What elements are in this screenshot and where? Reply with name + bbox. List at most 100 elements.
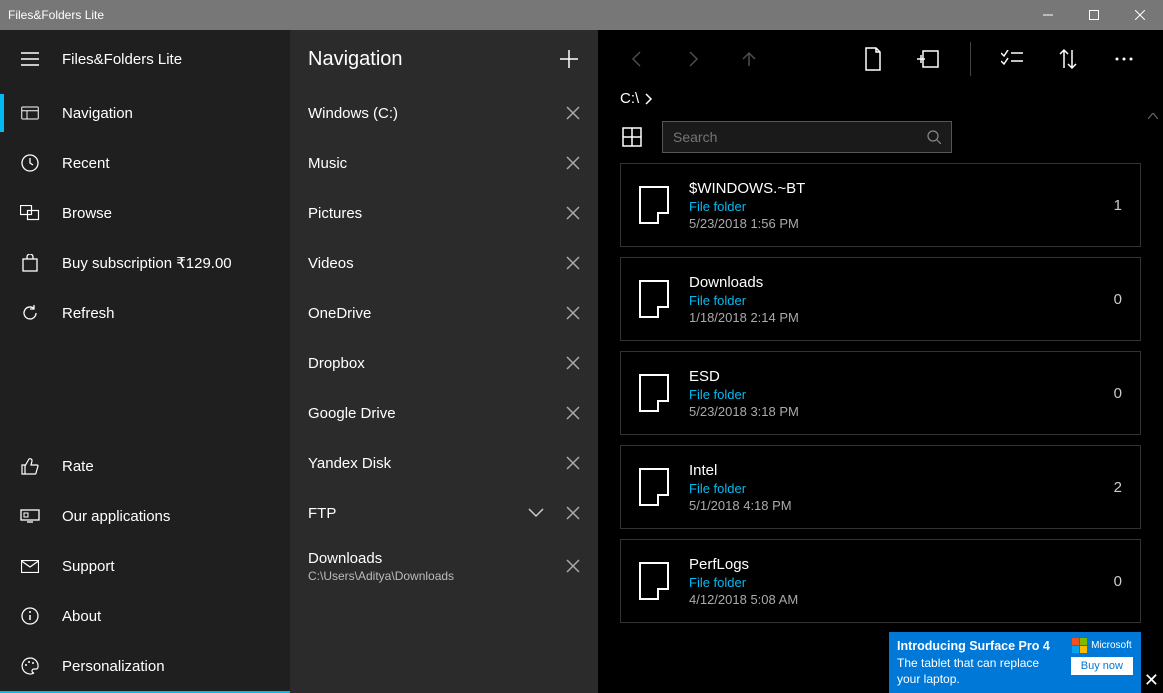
- sidebar-item-apps[interactable]: Our applications: [0, 491, 290, 541]
- sidebar-item-thumb[interactable]: Rate: [0, 441, 290, 491]
- sidebar-item-browse[interactable]: Browse: [0, 188, 290, 238]
- select-button[interactable]: [991, 38, 1033, 80]
- file-type: File folder: [689, 575, 1094, 590]
- scroll-up-icon[interactable]: [1147, 110, 1159, 122]
- nav-item-label: Music: [308, 155, 347, 172]
- remove-nav-item-button[interactable]: [566, 456, 580, 470]
- advertisement[interactable]: Introducing Surface Pro 4 The tablet tha…: [889, 632, 1141, 693]
- file-name: $WINDOWS.~BT: [689, 180, 1094, 197]
- sidebar-item-label: Buy subscription ₹129.00: [62, 254, 232, 272]
- remove-nav-item-button[interactable]: [566, 206, 580, 220]
- nav-item[interactable]: Downloads C:\Users\Aditya\Downloads: [290, 538, 598, 594]
- nav-item-subtitle: C:\Users\Aditya\Downloads: [308, 569, 454, 583]
- more-button[interactable]: [1103, 38, 1145, 80]
- nav-item-label: Dropbox: [308, 355, 365, 372]
- file-item[interactable]: DownloadsFile folder1/18/2018 2:14 PM0: [620, 257, 1141, 341]
- file-name: Downloads: [689, 274, 1094, 291]
- sidebar-item-palette[interactable]: Personalization: [0, 641, 290, 691]
- clock-icon: [18, 154, 42, 172]
- ad-close-button[interactable]: ✕: [1144, 670, 1159, 691]
- nav-item-label: Google Drive: [308, 405, 396, 422]
- browse-icon: [18, 205, 42, 221]
- folder-icon: [639, 562, 669, 600]
- nav-item[interactable]: Windows (C:): [290, 88, 598, 138]
- sort-button[interactable]: [1047, 38, 1089, 80]
- view-mode-button[interactable]: [620, 125, 644, 149]
- app-title: Files&Folders Lite: [62, 51, 182, 68]
- file-item[interactable]: $WINDOWS.~BTFile folder5/23/2018 1:56 PM…: [620, 163, 1141, 247]
- close-button[interactable]: [1117, 0, 1163, 30]
- window-controls: [1025, 0, 1163, 30]
- minimize-button[interactable]: [1025, 0, 1071, 30]
- maximize-button[interactable]: [1071, 0, 1117, 30]
- ad-cta-button[interactable]: Buy now: [1071, 657, 1133, 675]
- up-button[interactable]: [728, 38, 770, 80]
- search-icon: [927, 130, 941, 144]
- sidebar-item-mail[interactable]: Support: [0, 541, 290, 591]
- file-count: 0: [1114, 385, 1122, 402]
- file-item[interactable]: IntelFile folder5/1/2018 4:18 PM2: [620, 445, 1141, 529]
- remove-nav-item-button[interactable]: [566, 356, 580, 370]
- sidebar-item-label: About: [62, 608, 101, 625]
- search-row: [598, 121, 1163, 163]
- folder-icon: [639, 280, 669, 318]
- back-button[interactable]: [616, 38, 658, 80]
- nav-item[interactable]: Videos: [290, 238, 598, 288]
- ad-brand: Microsoft: [1091, 640, 1132, 651]
- sidebar-item-label: Rate: [62, 458, 94, 475]
- remove-nav-item-button[interactable]: [566, 256, 580, 270]
- forward-button[interactable]: [672, 38, 714, 80]
- nav-item-label: OneDrive: [308, 305, 371, 322]
- sidebar-item-label: Support: [62, 558, 115, 575]
- search-box[interactable]: [662, 121, 952, 153]
- nav-item[interactable]: Music: [290, 138, 598, 188]
- sidebar-item-bag[interactable]: Buy subscription ₹129.00: [0, 238, 290, 288]
- microsoft-logo-icon: [1072, 638, 1087, 653]
- remove-nav-item-button[interactable]: [566, 156, 580, 170]
- toolbar-separator: [970, 42, 971, 76]
- sidebar-item-label: Personalization: [62, 658, 165, 675]
- sidebar-item-refresh[interactable]: Refresh: [0, 288, 290, 338]
- sidebar-header[interactable]: Files&Folders Lite: [0, 30, 290, 88]
- sidebar: Files&Folders Lite Navigation RecentBrows…: [0, 30, 290, 693]
- file-type: File folder: [689, 293, 1094, 308]
- file-count: 0: [1114, 573, 1122, 590]
- nav-item[interactable]: OneDrive: [290, 288, 598, 338]
- nav-item[interactable]: Pictures: [290, 188, 598, 238]
- nav-item-label: Downloads: [308, 550, 454, 567]
- file-item[interactable]: ESDFile folder5/23/2018 3:18 PM0: [620, 351, 1141, 435]
- palette-icon: [18, 657, 42, 675]
- sidebar-item-label: Navigation: [62, 105, 133, 122]
- add-navigation-button[interactable]: [558, 48, 580, 70]
- search-input[interactable]: [673, 129, 927, 145]
- remove-nav-item-button[interactable]: [566, 306, 580, 320]
- hamburger-icon: [18, 52, 42, 66]
- remove-nav-item-button[interactable]: [566, 506, 580, 520]
- nav-item[interactable]: Google Drive: [290, 388, 598, 438]
- sidebar-item-info[interactable]: About: [0, 591, 290, 641]
- nav-item[interactable]: Yandex Disk: [290, 438, 598, 488]
- folder-icon: [639, 468, 669, 506]
- remove-nav-item-button[interactable]: [566, 106, 580, 120]
- file-type: File folder: [689, 481, 1094, 496]
- titlebar: Files&Folders Lite: [0, 0, 1163, 30]
- breadcrumb[interactable]: C:\: [598, 88, 1163, 121]
- navigation-header: Navigation: [290, 30, 598, 88]
- toolbar: [598, 30, 1163, 88]
- nav-item[interactable]: FTP: [290, 488, 598, 538]
- remove-nav-item-button[interactable]: [566, 559, 580, 573]
- sidebar-item-label: Our applications: [62, 508, 170, 525]
- file-name: Intel: [689, 462, 1094, 479]
- sidebar-item-clock[interactable]: Recent: [0, 138, 290, 188]
- chevron-down-icon[interactable]: [528, 508, 544, 518]
- file-name: ESD: [689, 368, 1094, 385]
- new-tab-button[interactable]: [908, 38, 950, 80]
- ad-title: Introducing Surface Pro 4: [897, 638, 1063, 655]
- nav-item-label: Yandex Disk: [308, 455, 391, 472]
- file-item[interactable]: PerfLogsFile folder4/12/2018 5:08 AM0: [620, 539, 1141, 623]
- new-file-button[interactable]: [852, 38, 894, 80]
- remove-nav-item-button[interactable]: [566, 406, 580, 420]
- sidebar-item-nav[interactable]: Navigation: [0, 88, 290, 138]
- nav-item[interactable]: Dropbox: [290, 338, 598, 388]
- file-date: 5/1/2018 4:18 PM: [689, 498, 1094, 513]
